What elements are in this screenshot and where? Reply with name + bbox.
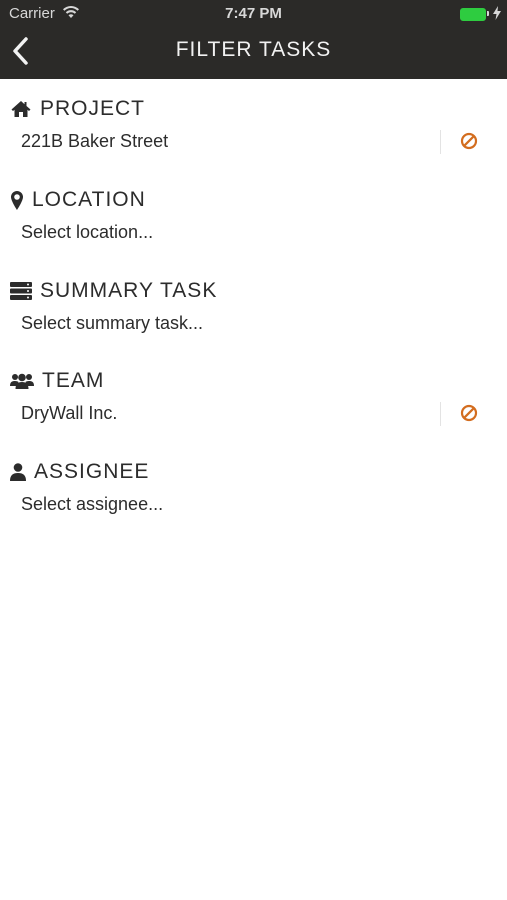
location-value: Select location... bbox=[21, 222, 154, 242]
battery-icon bbox=[460, 8, 486, 21]
location-selector[interactable]: Select location... bbox=[0, 215, 507, 251]
section-header: LOCATION bbox=[10, 187, 146, 213]
server-icon bbox=[10, 281, 32, 301]
summary-task-selector[interactable]: Select summary task... bbox=[0, 306, 507, 342]
summary-task-value: Select summary task... bbox=[21, 313, 204, 333]
cancel-icon bbox=[460, 404, 478, 422]
charging-bolt-icon bbox=[493, 6, 501, 20]
section-title-summary-task: SUMMARY TASK bbox=[40, 279, 218, 302]
assignee-value: Select assignee... bbox=[21, 494, 164, 514]
section-header: ASSIGNEE bbox=[10, 459, 149, 485]
top-bar: Carrier 7:47 PM FILTER TASKS bbox=[0, 0, 507, 79]
team-selector[interactable]: DryWall Inc. bbox=[0, 396, 507, 432]
section-title-assignee: ASSIGNEE bbox=[34, 460, 150, 483]
row-divider bbox=[440, 402, 441, 426]
section-title-team: TEAM bbox=[42, 369, 105, 392]
section-title-project: PROJECT bbox=[40, 97, 146, 120]
row-divider bbox=[440, 130, 441, 154]
users-icon bbox=[10, 371, 34, 391]
team-value: DryWall Inc. bbox=[21, 403, 118, 423]
assignee-selector[interactable]: Select assignee... bbox=[0, 487, 507, 523]
clear-team-button[interactable] bbox=[458, 402, 480, 424]
project-value: 221B Baker Street bbox=[21, 131, 169, 151]
section-header: PROJECT bbox=[10, 96, 145, 122]
status-time: 7:47 PM bbox=[225, 5, 282, 22]
status-bar: Carrier 7:47 PM bbox=[0, 0, 507, 28]
page-title: FILTER TASKS bbox=[175, 38, 332, 61]
project-selector[interactable]: 221B Baker Street bbox=[0, 124, 507, 160]
section-header: TEAM bbox=[10, 368, 104, 394]
home-icon bbox=[10, 99, 32, 119]
section-header: SUMMARY TASK bbox=[10, 278, 217, 304]
cancel-icon bbox=[460, 132, 478, 150]
section-title-location: LOCATION bbox=[32, 188, 146, 211]
map-marker-icon bbox=[10, 190, 24, 210]
user-icon bbox=[10, 462, 26, 482]
clear-project-button[interactable] bbox=[458, 130, 480, 152]
battery-tip bbox=[487, 11, 489, 16]
